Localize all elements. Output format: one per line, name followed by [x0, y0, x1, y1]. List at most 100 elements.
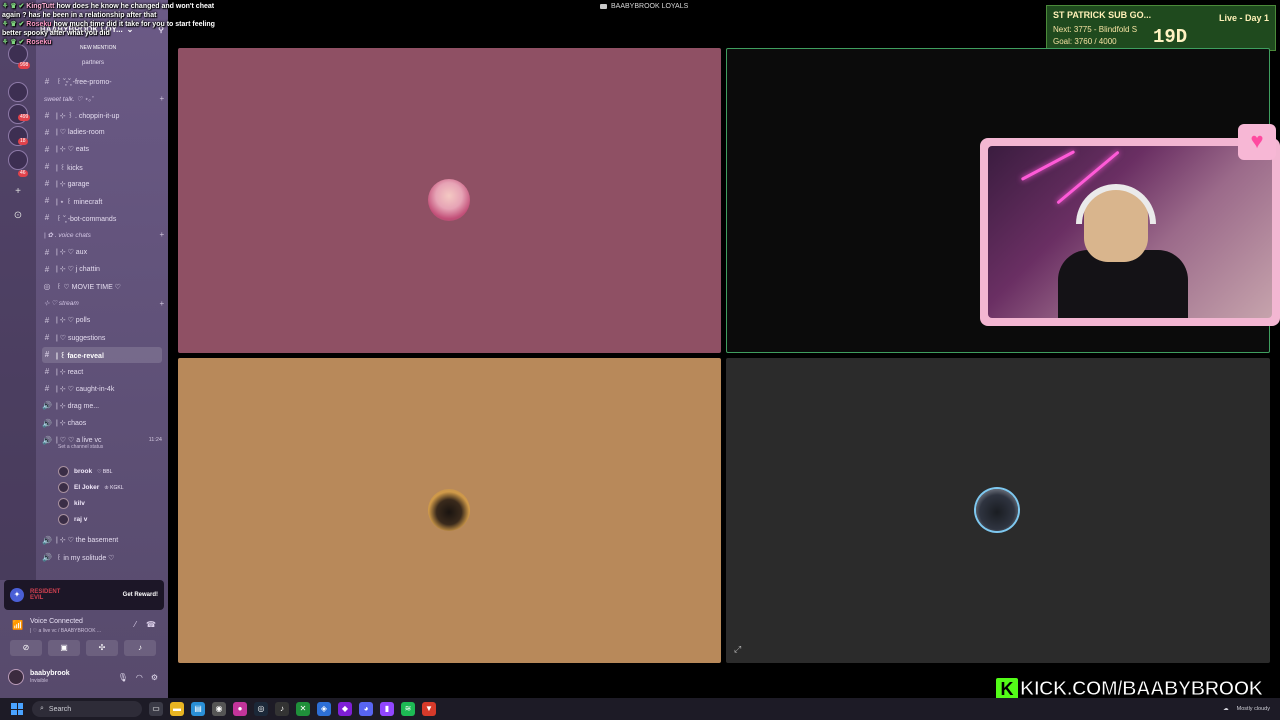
chat-message: ⚘ ♛ ✔ Roseku [2, 38, 217, 47]
chat-badges: ⚘ ♛ ✔ [2, 39, 25, 46]
chat-message: ⚘ ♛ ✔ Roseku how much time did it take f… [2, 20, 217, 38]
obs-icon[interactable]: ◉ [212, 702, 226, 716]
speaker-icon: 🔊 [42, 535, 52, 545]
camera-off-button[interactable]: ⊘ [10, 640, 42, 656]
spotify-icon[interactable]: ≋ [401, 702, 415, 716]
window-title-text: BAABYBROOK LOYALS [611, 3, 689, 10]
channel-label: | ⊹ garage [56, 180, 90, 188]
channel-item[interactable]: 🔊 ꒰ in my solitude ♡ [42, 549, 162, 565]
channel-item[interactable]: # | ⊹ ♡ caught-in-4k [42, 381, 162, 397]
channel-item[interactable]: # ꒰ ˘͈ᵕ˘͈ -free-promo- [42, 73, 162, 89]
avatar [58, 514, 69, 525]
noise-suppression-icon[interactable]: ⁄ [135, 620, 136, 629]
voice-member[interactable]: kilv [58, 496, 162, 511]
channel-item[interactable]: # | ꒰ kicks [42, 159, 162, 175]
app-icon[interactable]: ◈ [317, 702, 331, 716]
channel-category[interactable]: | ✿ . voice chats + [44, 227, 164, 243]
channel-label: | ⊹ ♡ eats [56, 146, 90, 154]
soundboard-button[interactable]: ♪ [124, 640, 156, 656]
weather-text[interactable]: Mostly cloudy [1237, 706, 1270, 712]
hashtag-icon: # [44, 127, 50, 137]
twitch-icon[interactable]: ▮ [380, 702, 394, 716]
channel-item[interactable]: # | ⊹ garage [42, 176, 162, 192]
folder-icon[interactable]: ▤ [191, 702, 205, 716]
gear-icon[interactable]: ⚙ [151, 673, 158, 682]
chat-username: KingTutt [26, 3, 55, 10]
steam-icon[interactable]: ◎ [254, 702, 268, 716]
hashtag-icon: # [44, 367, 50, 377]
stream-chat-overlay: ⚘ ♛ ✔ KingTutt how does he know he chang… [2, 2, 217, 47]
channel-item[interactable]: 🔊 | ⊹ ♡ the basement [42, 532, 162, 548]
tv-icon [600, 4, 607, 9]
xbox-icon[interactable]: ✕ [296, 702, 310, 716]
hashtag-icon: # [44, 213, 50, 223]
voice-member[interactable]: brook ♡ BBL [58, 464, 162, 479]
weather-icon[interactable]: ☁ [1223, 706, 1229, 712]
explore-icon[interactable]: ⊙ [8, 206, 28, 226]
task-view-icon[interactable]: ▭ [149, 702, 163, 716]
voice-participant-tile[interactable] [178, 358, 721, 663]
server-icon[interactable] [8, 82, 28, 102]
signal-icon[interactable]: 📶 [12, 620, 23, 631]
channel-label: | ⊹ ♡ polls [56, 317, 91, 325]
chat-badges: ⚘ ♛ ✔ [2, 21, 25, 28]
channel-item[interactable]: # | ⊹ ♡ eats [42, 141, 162, 157]
microphone-icon[interactable]: 🎙 [118, 673, 128, 682]
server-icon[interactable] [8, 150, 28, 170]
promo-brand: RESIDENT EVIL [30, 589, 61, 601]
avatar[interactable] [8, 669, 24, 685]
promo-banner[interactable]: ✦ RESIDENT EVIL Get Reward! [4, 580, 164, 610]
brave-icon[interactable]: ▼ [422, 702, 436, 716]
channel-item[interactable]: # | ♡ ladies-room [42, 124, 162, 140]
taskbar-search[interactable]: ⌕ Search [32, 701, 142, 717]
channel-label: | ✿ . voice chats [44, 231, 91, 239]
channel-item[interactable]: 🔊 | ⊹ drag me... [42, 398, 162, 414]
pop-out-icon[interactable]: ⤢ [734, 644, 741, 655]
channel-status[interactable]: Set a channel status [58, 443, 178, 451]
channel-item[interactable]: # | ⊹ ♡ aux [42, 244, 162, 260]
voice-participant-tile[interactable] [178, 48, 721, 353]
app-icon[interactable]: ◆ [338, 702, 352, 716]
channel-item[interactable]: # | ꒰ face-reveal [42, 346, 162, 363]
channel-status-text: Set a channel status [58, 444, 104, 451]
search-icon: ⌕ [40, 705, 44, 712]
channel-item[interactable]: ◎ ꒰ ♡ MOVIE TIME ♡ [42, 278, 162, 294]
channel-item[interactable]: # | ⊹ react [42, 364, 162, 380]
channel-category[interactable]: ⊹ ♡ stream + [44, 295, 164, 311]
activities-button[interactable]: ✣ [86, 640, 118, 656]
app-icon[interactable]: ● [233, 702, 247, 716]
disconnect-icon[interactable]: ☎ [146, 620, 156, 629]
channel-item[interactable]: # | ♡ suggestions [42, 330, 162, 346]
channel-label: | ꒰ kicks [56, 164, 83, 172]
add-channel-icon[interactable]: + [159, 94, 164, 103]
username[interactable]: baabybrook [30, 670, 70, 678]
channel-category[interactable]: sweet talk. ♡ ⋆｡˚ + [44, 90, 164, 106]
add-server-icon[interactable]: + [8, 182, 28, 202]
screen-share-button[interactable]: ▣ [48, 640, 80, 656]
get-reward-button[interactable]: Get Reward! [123, 592, 158, 598]
member-tag: ♔ KGKL [104, 484, 124, 491]
channel-item[interactable]: # ꒰ ˘͈ -bot-commands [42, 210, 162, 226]
channel-item[interactable]: 🔊 | ⊹ chaos [42, 415, 162, 431]
file-explorer-icon[interactable]: ▬ [170, 702, 184, 716]
channel-item[interactable]: # | ⋆ ꒰ minecraft [42, 193, 162, 209]
channel-label: ꒰ ♡ MOVIE TIME ♡ [56, 284, 121, 292]
channel-label: | ꒰ face-reveal [56, 352, 104, 360]
channel-item[interactable]: # | ⊹ ♡ j chattin [42, 261, 162, 277]
start-button[interactable] [8, 700, 26, 718]
channel-item[interactable]: # | ⊹ ♡ polls [42, 312, 162, 328]
hashtag-icon: # [44, 110, 50, 120]
server-icon[interactable] [8, 44, 28, 64]
voice-participant-tile[interactable]: ⤢ [726, 358, 1270, 663]
channel-item[interactable]: # | ⊹ ꒱ . choppin-it-up [42, 107, 162, 123]
headphones-icon[interactable]: ◠ [136, 673, 143, 682]
voice-member[interactable]: El Joker ♔ KGKL [58, 480, 162, 495]
channel-label: | ⊹ chaos [56, 420, 87, 427]
add-channel-icon[interactable]: + [159, 230, 164, 239]
voice-channel-name[interactable]: | ♡ a live vc / BAABYBROOK ... [30, 628, 101, 634]
voice-member[interactable]: raj v [58, 512, 162, 527]
add-channel-icon[interactable]: + [159, 299, 164, 308]
discord-icon[interactable]: ◕ [359, 702, 373, 716]
voice-connected-title: Voice Connected [30, 618, 83, 625]
tiktok-icon[interactable]: ♪ [275, 702, 289, 716]
